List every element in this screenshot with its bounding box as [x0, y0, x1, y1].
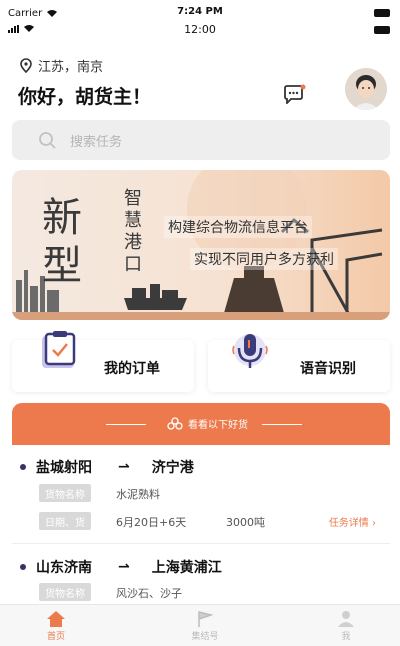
- arrow-right-icon: ⇀: [118, 459, 130, 475]
- action-cards: 我的订单 语音识别: [12, 331, 390, 392]
- status-time: 7:24 PM: [177, 6, 223, 17]
- task-card[interactable]: 山东济南 ⇀ 上海黄浦江 货物名称 风沙石、沙子: [12, 547, 390, 605]
- search-bar[interactable]: 搜索任务: [12, 120, 390, 160]
- tab-rally-label: 集结号: [191, 632, 219, 642]
- location-label: 江苏，南京: [38, 60, 104, 75]
- clipboard-check-icon: [42, 331, 76, 368]
- tab-rally[interactable]: 集结号: [165, 609, 245, 642]
- banner-line-2: 实现不同用户多方获利: [190, 248, 338, 270]
- bullet-dot: [20, 564, 26, 570]
- route-origin: 盐城射阳: [36, 460, 92, 476]
- promo-banner[interactable]: 新型 智慧港口 构建综合物流信息平台 实现不同用户多方获利: [12, 170, 390, 320]
- task-detail-link[interactable]: 任务详情 ›: [329, 514, 376, 529]
- my-orders-label: 我的订单: [104, 361, 160, 377]
- tab-me-label: 我: [341, 632, 351, 642]
- home-icon: [47, 611, 65, 627]
- header-divider-left: [106, 424, 146, 425]
- arrow-right-icon: ⇀: [118, 559, 130, 575]
- status-time-secondary: 12:00: [184, 23, 216, 36]
- goods-header-title: 看看以下好货: [167, 416, 248, 431]
- banner-line-1: 构建综合物流信息平台: [164, 216, 312, 238]
- location-selector[interactable]: 江苏，南京: [20, 56, 103, 75]
- banner-title: 新型: [42, 195, 84, 289]
- greeting: 你好，胡货主！: [18, 86, 152, 108]
- weight-value: 3000吨: [226, 516, 265, 529]
- voice-recognition-label: 语音识别: [300, 361, 356, 377]
- battery-icon: [374, 9, 390, 17]
- location-pin-icon: [20, 58, 32, 73]
- search-icon: [39, 132, 56, 149]
- flag-icon: [198, 611, 214, 627]
- goods-icon: [167, 416, 183, 430]
- goods-name-tag: 货物名称: [39, 583, 91, 601]
- date-value: 6月20日+6天: [116, 516, 187, 529]
- avatar-image: [345, 68, 387, 110]
- goods-section-header: 看看以下好货: [12, 403, 390, 445]
- task-card[interactable]: 盐城射阳 ⇀ 济宁港 货物名称 水泥熟料 日期、货 6月20日+6天 3000吨…: [12, 445, 390, 541]
- status-bar: Carrier 7:24 PM 12:00: [0, 0, 400, 42]
- my-orders-card[interactable]: 我的订单: [12, 331, 194, 392]
- user-icon: [338, 611, 354, 627]
- task-route: 盐城射阳 ⇀ 济宁港: [20, 457, 194, 477]
- date-tag: 日期、货: [39, 512, 91, 530]
- tab-home[interactable]: 首页: [16, 609, 96, 642]
- avatar[interactable]: [345, 68, 387, 110]
- chat-icon: [284, 84, 306, 106]
- task-list: 盐城射阳 ⇀ 济宁港 货物名称 水泥熟料 日期、货 6月20日+6天 3000吨…: [12, 445, 390, 605]
- bottom-tab-bar: 首页 集结号 我: [0, 604, 400, 646]
- banner-vertical-title: 智慧港口: [124, 188, 142, 275]
- microphone-icon: [232, 334, 268, 368]
- header-divider-right: [262, 424, 302, 425]
- tab-home-label: 首页: [46, 632, 65, 642]
- tab-me[interactable]: 我: [306, 609, 386, 642]
- goods-name-value: 风沙石、沙子: [116, 587, 182, 600]
- task-route: 山东济南 ⇀ 上海黄浦江: [20, 557, 222, 577]
- goods-header-label: 看看以下好货: [188, 420, 248, 431]
- goods-name-value: 水泥熟料: [116, 488, 160, 501]
- message-button[interactable]: [282, 84, 306, 106]
- search-placeholder: 搜索任务: [70, 134, 123, 150]
- goods-name-tag: 货物名称: [39, 484, 91, 502]
- bullet-dot: [20, 464, 26, 470]
- route-destination: 上海黄浦江: [151, 560, 222, 576]
- voice-recognition-card[interactable]: 语音识别: [208, 334, 390, 392]
- battery-icon: [374, 26, 390, 34]
- route-origin: 山东济南: [36, 560, 92, 576]
- route-destination: 济宁港: [151, 460, 194, 476]
- task-separator: [12, 543, 390, 544]
